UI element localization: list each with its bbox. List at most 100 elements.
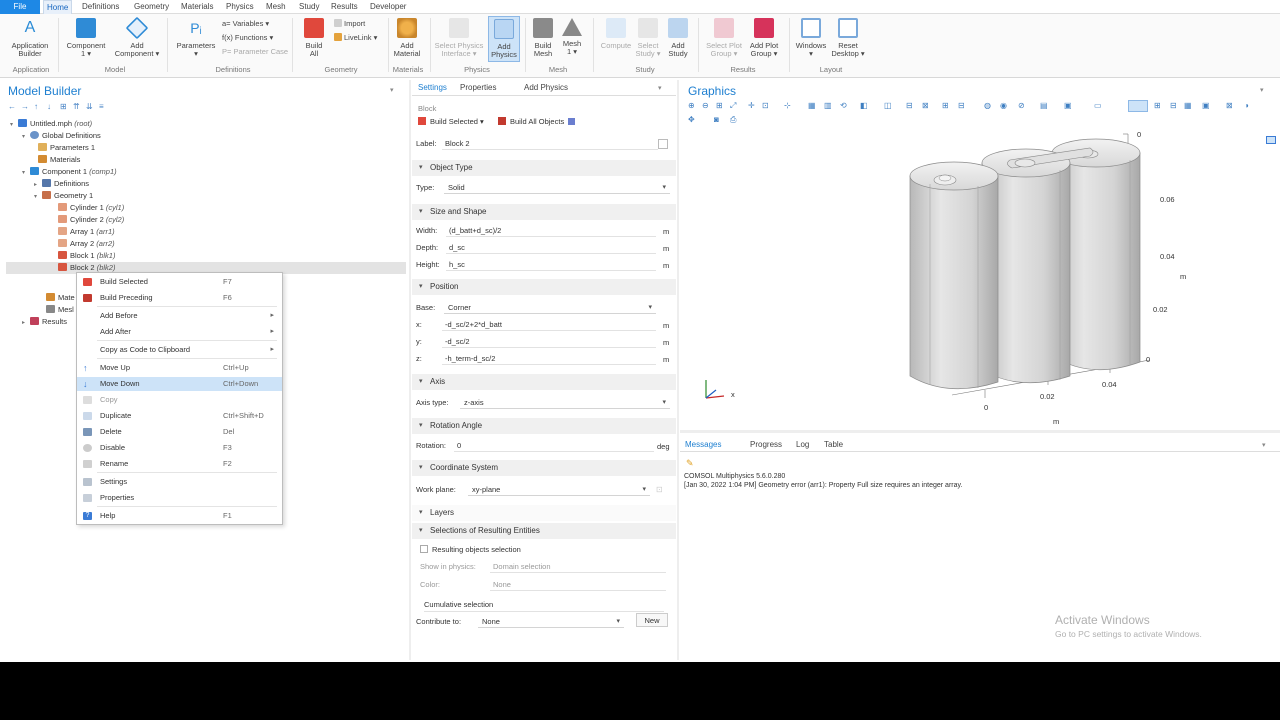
y-field[interactable]: -d_sc/2 (442, 336, 656, 348)
tree-options-icon[interactable]: ≡ (99, 103, 106, 111)
pin-icon[interactable]: ▾ (390, 86, 398, 94)
livelink-button[interactable]: LiveLink ▾ (334, 32, 377, 44)
add-material-button[interactable]: Add Material (390, 16, 424, 64)
contribute-to-select[interactable]: None (478, 616, 624, 628)
add-physics-button[interactable]: Add Physics (488, 16, 520, 62)
move-down-icon[interactable]: ↓ (47, 103, 54, 111)
section-size-and-shape[interactable]: Size and Shape (412, 204, 676, 220)
menu-definitions[interactable]: Definitions (79, 0, 122, 14)
clear-messages-icon[interactable]: ✎ (686, 458, 694, 469)
reset-desktop-button[interactable]: Reset Desktop ▾ (828, 16, 868, 64)
menu-item-copy-as-code[interactable]: Copy as Code to Clipboard ▸ (77, 343, 282, 357)
menu-geometry[interactable]: Geometry (131, 0, 172, 14)
menu-item-duplicate[interactable]: Duplicate Ctrl+Shift+D (77, 409, 282, 423)
splitter[interactable] (677, 80, 679, 660)
tree-node-materials-global[interactable]: Materials (38, 154, 80, 166)
depth-field[interactable]: d_sc (446, 242, 656, 254)
windows-button[interactable]: Windows ▾ (792, 16, 830, 64)
mesh-1-button[interactable]: Mesh 1 ▾ (558, 16, 586, 64)
menu-home[interactable]: Home (43, 0, 73, 14)
move-up-icon[interactable]: ↑ (34, 103, 41, 111)
select-study-button[interactable]: Select Study ▾ (634, 16, 662, 64)
section-position[interactable]: Position (412, 279, 676, 295)
add-plot-group-button[interactable]: Add Plot Group ▾ (742, 16, 786, 64)
label-field[interactable]: Block 2 (442, 138, 658, 150)
collapse-arrow-icon[interactable]: ▾ (22, 131, 30, 143)
x-field[interactable]: -d_sc/2+2*d_batt (442, 319, 656, 331)
build-mesh-button[interactable]: Build Mesh (528, 16, 558, 64)
show-in-physics-select[interactable]: Domain selection (490, 561, 666, 573)
base-select[interactable]: Corner (444, 302, 656, 314)
tab-messages[interactable]: Messages (685, 440, 721, 449)
menu-mesh[interactable]: Mesh (263, 0, 289, 14)
parameters-button[interactable]: Pᵢ Parameters ▾ (172, 16, 220, 64)
tab-table[interactable]: Table (824, 440, 843, 449)
add-component-button[interactable]: Add Component ▾ (112, 16, 162, 64)
select-physics-interface-button[interactable]: Select Physics Interface ▾ (432, 16, 486, 64)
menu-item-add-before[interactable]: Add Before ▸ (77, 309, 282, 323)
work-plane-go-icon[interactable]: ⊡ (656, 485, 666, 495)
tree-node-results[interactable]: ▸ Results (22, 316, 67, 328)
menu-item-build-preceding[interactable]: Build Preceding F6 (77, 291, 282, 305)
build-all-objects-button[interactable]: Build All Objects (498, 115, 576, 129)
section-coordinate-system[interactable]: Coordinate System (412, 460, 676, 476)
pin-icon[interactable]: ▾ (1262, 441, 1270, 449)
component-button[interactable]: Component 1 ▾ (62, 16, 110, 64)
resulting-objects-selection-checkbox[interactable]: Resulting objects selection (420, 543, 521, 557)
forward-icon[interactable]: → (21, 103, 29, 111)
tree-node-component[interactable]: ▾ Component 1 (comp1) (22, 166, 117, 178)
tree-node-root[interactable]: ▾ Untitled.mph (root) (10, 118, 92, 130)
tree-node-global-definitions[interactable]: ▾ Global Definitions (22, 130, 101, 142)
work-plane-select[interactable]: xy-plane (468, 484, 650, 496)
compute-button[interactable]: Compute (596, 16, 636, 64)
variables-button[interactable]: a= Variables ▾ (222, 18, 269, 30)
menu-study[interactable]: Study (296, 0, 322, 14)
parameter-case-button[interactable]: P= Parameter Case (222, 46, 288, 58)
tree-node-cylinder-1[interactable]: Cylinder 1 (cyl1) (58, 202, 124, 214)
menu-item-add-after[interactable]: Add After ▸ (77, 325, 282, 339)
height-field[interactable]: h_sc (446, 259, 656, 271)
section-selections[interactable]: Selections of Resulting Entities (412, 523, 676, 539)
label-options-icon[interactable] (658, 139, 668, 149)
menu-file[interactable]: File (0, 0, 40, 14)
menu-item-help[interactable]: ? Help F1 (77, 509, 282, 523)
collapse-icon[interactable]: ⇈ (73, 103, 80, 111)
menu-physics[interactable]: Physics (223, 0, 257, 14)
add-study-button[interactable]: Add Study (662, 16, 694, 64)
splitter[interactable] (680, 430, 1280, 433)
tab-add-physics[interactable]: Add Physics (524, 83, 568, 92)
menu-item-delete[interactable]: Delete Del (77, 425, 282, 439)
tree-node-cylinder-2[interactable]: Cylinder 2 (cyl2) (58, 214, 124, 226)
pin-icon[interactable]: ▾ (658, 84, 666, 92)
tree-node-geometry[interactable]: ▾ Geometry 1 (34, 190, 93, 202)
menu-results[interactable]: Results (328, 0, 361, 14)
tab-progress[interactable]: Progress (750, 440, 782, 449)
build-all-button[interactable]: Build All (296, 16, 332, 64)
tree-node-parameters[interactable]: Parameters 1 (38, 142, 95, 154)
build-selected-button[interactable]: Build Selected ▾ (418, 115, 484, 129)
section-rotation-angle[interactable]: Rotation Angle (412, 418, 676, 434)
tab-properties[interactable]: Properties (460, 83, 496, 92)
tree-node-materials[interactable]: Mate (46, 292, 75, 304)
menu-item-copy[interactable]: Copy (77, 393, 282, 407)
expand-arrow-icon[interactable]: ▸ (22, 317, 30, 329)
tree-node-mesh[interactable]: Mesl (46, 304, 74, 316)
menu-item-build-selected[interactable]: Build Selected F7 (77, 275, 282, 289)
application-builder-button[interactable]: A Application Builder (6, 16, 54, 64)
new-button[interactable]: New (636, 613, 668, 627)
tab-log[interactable]: Log (796, 440, 809, 449)
menu-item-settings[interactable]: Settings (77, 475, 282, 489)
battery-geometry-view[interactable] (680, 80, 1280, 428)
menu-item-disable[interactable]: Disable F3 (77, 441, 282, 455)
select-plot-group-button[interactable]: Select Plot Group ▾ (702, 16, 746, 64)
checkbox-box[interactable] (420, 545, 428, 553)
menu-developer[interactable]: Developer (367, 0, 409, 14)
tree-node-array-1[interactable]: Array 1 (arr1) (58, 226, 115, 238)
type-select[interactable]: Solid (444, 182, 670, 194)
section-layers[interactable]: Layers (412, 505, 676, 521)
width-field[interactable]: (d_batt+d_sc)/2 (446, 225, 656, 237)
menu-item-move-up[interactable]: ↑ Move Up Ctrl+Up (77, 361, 282, 375)
collapse-arrow-icon[interactable]: ▾ (10, 119, 18, 131)
show-icon[interactable]: ⊞ (60, 103, 67, 111)
menu-item-properties[interactable]: Properties (77, 491, 282, 505)
